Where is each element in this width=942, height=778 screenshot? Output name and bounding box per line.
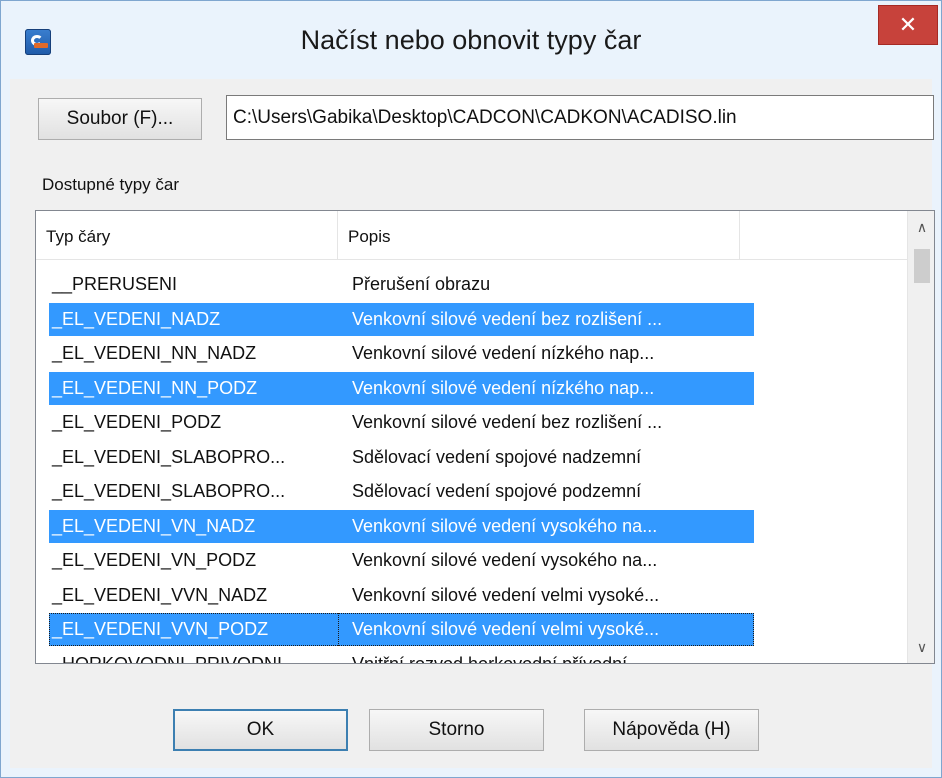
table-row[interactable]: _EL_VEDENI_SLABOPRO... Sdělovací vedení s… <box>36 441 907 476</box>
table-row[interactable]: _EL_VEDENI_NN_PODZ Venkovní silové vedení… <box>36 371 907 407</box>
table-row[interactable]: _EL_VEDENI_VVN_PODZ Venkovní silové veden… <box>36 613 907 648</box>
column-header-linetype[interactable]: Typ čáry <box>36 211 338 259</box>
dialog-window: Načíst nebo obnovit typy čar ✕ Soubor (F… <box>0 0 942 778</box>
scroll-up-icon[interactable]: ∧ <box>908 211 934 243</box>
scroll-thumb[interactable] <box>914 249 930 283</box>
linetype-description-cell: Venkovní silové vedení bez rozlišení ... <box>338 302 754 336</box>
linetype-description-cell: Venkovní silové vedení vysokého na... <box>352 550 658 570</box>
linetype-description-cell: Venkovní silové vedení nízkého nap... <box>352 343 655 363</box>
help-button[interactable]: Nápověda (H) <box>584 709 759 751</box>
linetype-name-cell: _HORKOVODNI_PRIVODNI <box>52 653 283 664</box>
linetype-description-cell: Venkovní silové vedení nízkého nap... <box>338 371 754 405</box>
file-path-field[interactable]: C:\Users\Gabika\Desktop\CADCON\CADKON\AC… <box>226 95 934 140</box>
dialog-title: Načíst nebo obnovit typy čar <box>300 25 642 55</box>
linetype-description-cell: Vnitřní rozvod horkovodní přívodní <box>352 653 628 664</box>
linetype-name-cell: _EL_VEDENI_VN_PODZ <box>52 550 257 570</box>
linetype-name-cell: _EL_VEDENI_VVN_NADZ <box>52 584 268 605</box>
ok-button[interactable]: OK <box>173 709 348 751</box>
list-header: Typ čáry Popis <box>36 211 907 260</box>
linetype-name-cell: _EL_VEDENI_VN_NADZ <box>49 509 340 543</box>
linetype-name-cell: _EL_VEDENI_VVN_PODZ <box>49 613 340 646</box>
table-row[interactable]: _EL_VEDENI_VN_NADZ Venkovní silové vedení… <box>36 509 907 545</box>
linetype-name-cell: __PRERUSENI <box>52 274 178 294</box>
linetype-description-cell: Venkovní silové vedení velmi vysoké... <box>352 584 660 605</box>
cancel-button[interactable]: Storno <box>369 709 544 751</box>
table-row[interactable]: _EL_VEDENI_VN_PODZ Venkovní silové vedení… <box>36 544 907 579</box>
column-header-description[interactable]: Popis <box>338 211 740 259</box>
table-row[interactable]: __PRERUSENI Přerušení obrazu <box>36 268 907 303</box>
linetype-description-cell: Venkovní silové vedení velmi vysoké... <box>338 613 754 646</box>
linetype-name-cell: _EL_VEDENI_SLABOPRO... <box>52 446 286 467</box>
vertical-scrollbar[interactable]: ∧ ∨ <box>907 211 934 663</box>
linetype-list[interactable]: Typ čáry Popis __PRERUSENI Přerušení obra… <box>35 210 935 664</box>
linetype-description-cell: Sdělovací vedení spojové podzemní <box>352 481 642 501</box>
available-linetypes-label: Dostupné typy čar <box>42 175 180 194</box>
linetype-name-cell: _EL_VEDENI_PODZ <box>52 412 222 432</box>
table-row[interactable]: _EL_VEDENI_NADZ Venkovní silové vedení be… <box>36 302 907 338</box>
title-bar[interactable]: Načíst nebo obnovit typy čar ✕ <box>1 1 941 79</box>
close-button[interactable]: ✕ <box>878 5 938 45</box>
linetype-description-cell: Sdělovací vedení spojové nadzemní <box>352 446 642 467</box>
close-icon: ✕ <box>898 12 918 37</box>
linetype-name-cell: _EL_VEDENI_NADZ <box>49 302 340 336</box>
table-row[interactable]: _EL_VEDENI_SLABOPRO... Sdělovací vedení s… <box>36 475 907 510</box>
linetype-description-cell: Přerušení obrazu <box>352 274 491 294</box>
table-row[interactable]: _EL_VEDENI_NN_NADZ Venkovní silové vedení… <box>36 337 907 372</box>
dialog-body: Soubor (F)... C:\Users\Gabika\Desktop\CA… <box>10 79 935 768</box>
table-row[interactable]: _EL_VEDENI_VVN_NADZ Venkovní silové veden… <box>36 579 907 614</box>
file-button[interactable]: Soubor (F)... <box>38 98 202 140</box>
scroll-down-icon[interactable]: ∨ <box>908 631 934 663</box>
linetype-name-cell: _EL_VEDENI_NN_PODZ <box>49 371 340 405</box>
table-row[interactable]: _EL_VEDENI_PODZ Venkovní silové vedení be… <box>36 406 907 441</box>
linetype-name-cell: _EL_VEDENI_SLABOPRO... <box>52 481 286 501</box>
table-row[interactable]: _HORKOVODNI_PRIVODNI Vnitřní rozvod horko… <box>36 648 907 664</box>
list-rows: __PRERUSENI Přerušení obrazu _EL_VEDENI_NA… <box>36 268 907 664</box>
linetype-description-cell: Venkovní silové vedení bez rozlišení ... <box>352 412 663 432</box>
linetype-description-cell: Venkovní silové vedení vysokého na... <box>338 509 754 543</box>
linetype-name-cell: _EL_VEDENI_NN_NADZ <box>52 343 257 363</box>
